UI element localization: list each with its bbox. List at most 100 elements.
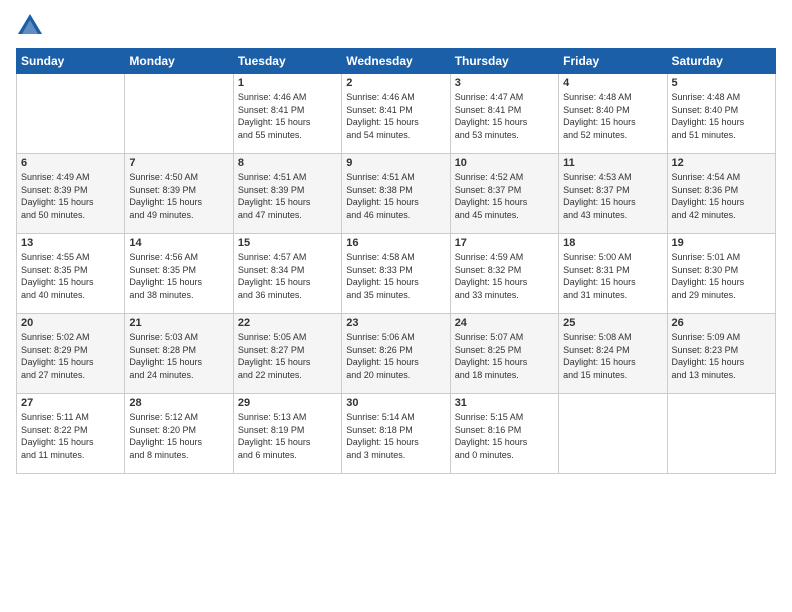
calendar-cell: 12 Sunrise: 4:54 AM Sunset: 8:36 PM Dayli… <box>667 154 775 234</box>
day-number: 3 <box>455 77 554 89</box>
day-info: Sunrise: 5:05 AM Sunset: 8:27 PM Dayligh… <box>238 331 337 381</box>
calendar-cell: 21 Sunrise: 5:03 AM Sunset: 8:28 PM Dayli… <box>125 314 233 394</box>
day-info: Sunrise: 5:06 AM Sunset: 8:26 PM Dayligh… <box>346 331 445 381</box>
weekday-header-friday: Friday <box>559 49 667 74</box>
calendar-cell: 3 Sunrise: 4:47 AM Sunset: 8:41 PM Daylig… <box>450 74 558 154</box>
day-number: 5 <box>672 77 771 89</box>
day-info: Sunrise: 5:07 AM Sunset: 8:25 PM Dayligh… <box>455 331 554 381</box>
calendar-cell <box>125 74 233 154</box>
calendar-cell: 24 Sunrise: 5:07 AM Sunset: 8:25 PM Dayli… <box>450 314 558 394</box>
day-number: 25 <box>563 317 662 329</box>
calendar-cell: 5 Sunrise: 4:48 AM Sunset: 8:40 PM Daylig… <box>667 74 775 154</box>
calendar-cell: 8Sunrise: 4:51 AM Sunset: 8:39 PM Daylig… <box>233 154 341 234</box>
weekday-header-monday: Monday <box>125 49 233 74</box>
day-info: Sunrise: 4:58 AM Sunset: 8:33 PM Dayligh… <box>346 251 445 301</box>
logo-icon <box>16 12 44 40</box>
day-info: Sunrise: 5:08 AM Sunset: 8:24 PM Dayligh… <box>563 331 662 381</box>
day-number: 21 <box>129 317 228 329</box>
page: SundayMondayTuesdayWednesdayThursdayFrid… <box>0 0 792 612</box>
day-number: 2 <box>346 77 445 89</box>
day-info: Sunrise: 4:54 AM Sunset: 8:36 PM Dayligh… <box>672 171 771 221</box>
calendar-cell: 23 Sunrise: 5:06 AM Sunset: 8:26 PM Dayli… <box>342 314 450 394</box>
weekday-header-row: SundayMondayTuesdayWednesdayThursdayFrid… <box>17 49 776 74</box>
day-info: Sunrise: 4:46 AM Sunset: 8:41 PM Dayligh… <box>238 91 337 141</box>
calendar-cell: 9 Sunrise: 4:51 AM Sunset: 8:38 PM Daylig… <box>342 154 450 234</box>
day-number: 11 <box>563 157 662 169</box>
calendar-cell: 2 Sunrise: 4:46 AM Sunset: 8:41 PM Daylig… <box>342 74 450 154</box>
day-number: 16 <box>346 237 445 249</box>
calendar-week-1: 1Sunrise: 4:46 AM Sunset: 8:41 PM Daylig… <box>17 74 776 154</box>
day-info: Sunrise: 4:49 AM Sunset: 8:39 PM Dayligh… <box>21 171 120 221</box>
day-number: 28 <box>129 397 228 409</box>
day-info: Sunrise: 5:14 AM Sunset: 8:18 PM Dayligh… <box>346 411 445 461</box>
day-number: 27 <box>21 397 120 409</box>
calendar-cell: 19 Sunrise: 5:01 AM Sunset: 8:30 PM Dayli… <box>667 234 775 314</box>
day-number: 18 <box>563 237 662 249</box>
day-number: 7 <box>129 157 228 169</box>
calendar-cell: 18 Sunrise: 5:00 AM Sunset: 8:31 PM Dayli… <box>559 234 667 314</box>
calendar-cell: 26Sunrise: 5:09 AM Sunset: 8:23 PM Dayli… <box>667 314 775 394</box>
day-info: Sunrise: 4:56 AM Sunset: 8:35 PM Dayligh… <box>129 251 228 301</box>
day-number: 20 <box>21 317 120 329</box>
day-number: 24 <box>455 317 554 329</box>
calendar-cell: 28 Sunrise: 5:12 AM Sunset: 8:20 PM Dayli… <box>125 394 233 474</box>
day-info: Sunrise: 4:48 AM Sunset: 8:40 PM Dayligh… <box>563 91 662 141</box>
calendar-cell: 29 Sunrise: 5:13 AM Sunset: 8:19 PM Dayli… <box>233 394 341 474</box>
header <box>16 12 776 40</box>
day-number: 14 <box>129 237 228 249</box>
day-number: 12 <box>672 157 771 169</box>
calendar-cell: 7 Sunrise: 4:50 AM Sunset: 8:39 PM Daylig… <box>125 154 233 234</box>
day-number: 15 <box>238 237 337 249</box>
day-info: Sunrise: 4:51 AM Sunset: 8:38 PM Dayligh… <box>346 171 445 221</box>
day-info: Sunrise: 4:50 AM Sunset: 8:39 PM Dayligh… <box>129 171 228 221</box>
day-number: 19 <box>672 237 771 249</box>
day-info: Sunrise: 5:11 AM Sunset: 8:22 PM Dayligh… <box>21 411 120 461</box>
day-info: Sunrise: 5:03 AM Sunset: 8:28 PM Dayligh… <box>129 331 228 381</box>
day-number: 31 <box>455 397 554 409</box>
calendar-cell: 13 Sunrise: 4:55 AM Sunset: 8:35 PM Dayli… <box>17 234 125 314</box>
day-number: 26 <box>672 317 771 329</box>
weekday-header-tuesday: Tuesday <box>233 49 341 74</box>
day-info: Sunrise: 4:57 AM Sunset: 8:34 PM Dayligh… <box>238 251 337 301</box>
calendar-cell: 1Sunrise: 4:46 AM Sunset: 8:41 PM Daylig… <box>233 74 341 154</box>
day-number: 9 <box>346 157 445 169</box>
day-number: 23 <box>346 317 445 329</box>
calendar-cell: 31Sunrise: 5:15 AM Sunset: 8:16 PM Dayli… <box>450 394 558 474</box>
day-info: Sunrise: 4:59 AM Sunset: 8:32 PM Dayligh… <box>455 251 554 301</box>
calendar-cell: 4 Sunrise: 4:48 AM Sunset: 8:40 PM Daylig… <box>559 74 667 154</box>
day-info: Sunrise: 4:51 AM Sunset: 8:39 PM Dayligh… <box>238 171 337 221</box>
weekday-header-sunday: Sunday <box>17 49 125 74</box>
day-info: Sunrise: 4:48 AM Sunset: 8:40 PM Dayligh… <box>672 91 771 141</box>
day-info: Sunrise: 5:01 AM Sunset: 8:30 PM Dayligh… <box>672 251 771 301</box>
calendar-cell: 17 Sunrise: 4:59 AM Sunset: 8:32 PM Dayli… <box>450 234 558 314</box>
day-info: Sunrise: 4:53 AM Sunset: 8:37 PM Dayligh… <box>563 171 662 221</box>
day-info: Sunrise: 4:55 AM Sunset: 8:35 PM Dayligh… <box>21 251 120 301</box>
day-number: 13 <box>21 237 120 249</box>
calendar-cell: 6Sunrise: 4:49 AM Sunset: 8:39 PM Daylig… <box>17 154 125 234</box>
calendar-cell: 25 Sunrise: 5:08 AM Sunset: 8:24 PM Dayli… <box>559 314 667 394</box>
calendar-week-2: 6Sunrise: 4:49 AM Sunset: 8:39 PM Daylig… <box>17 154 776 234</box>
calendar-cell: 22 Sunrise: 5:05 AM Sunset: 8:27 PM Dayli… <box>233 314 341 394</box>
calendar-cell <box>17 74 125 154</box>
calendar-cell <box>559 394 667 474</box>
calendar-week-4: 20 Sunrise: 5:02 AM Sunset: 8:29 PM Dayli… <box>17 314 776 394</box>
day-info: Sunrise: 4:47 AM Sunset: 8:41 PM Dayligh… <box>455 91 554 141</box>
day-number: 30 <box>346 397 445 409</box>
day-info: Sunrise: 4:46 AM Sunset: 8:41 PM Dayligh… <box>346 91 445 141</box>
day-number: 10 <box>455 157 554 169</box>
calendar-cell: 20 Sunrise: 5:02 AM Sunset: 8:29 PM Dayli… <box>17 314 125 394</box>
calendar-cell: 11 Sunrise: 4:53 AM Sunset: 8:37 PM Dayli… <box>559 154 667 234</box>
weekday-header-saturday: Saturday <box>667 49 775 74</box>
day-number: 22 <box>238 317 337 329</box>
day-info: Sunrise: 5:00 AM Sunset: 8:31 PM Dayligh… <box>563 251 662 301</box>
day-number: 29 <box>238 397 337 409</box>
day-info: Sunrise: 5:02 AM Sunset: 8:29 PM Dayligh… <box>21 331 120 381</box>
logo <box>16 12 48 40</box>
day-info: Sunrise: 5:13 AM Sunset: 8:19 PM Dayligh… <box>238 411 337 461</box>
calendar-cell: 16 Sunrise: 4:58 AM Sunset: 8:33 PM Dayli… <box>342 234 450 314</box>
day-info: Sunrise: 4:52 AM Sunset: 8:37 PM Dayligh… <box>455 171 554 221</box>
day-info: Sunrise: 5:12 AM Sunset: 8:20 PM Dayligh… <box>129 411 228 461</box>
calendar-cell: 10 Sunrise: 4:52 AM Sunset: 8:37 PM Dayli… <box>450 154 558 234</box>
day-number: 4 <box>563 77 662 89</box>
day-number: 17 <box>455 237 554 249</box>
